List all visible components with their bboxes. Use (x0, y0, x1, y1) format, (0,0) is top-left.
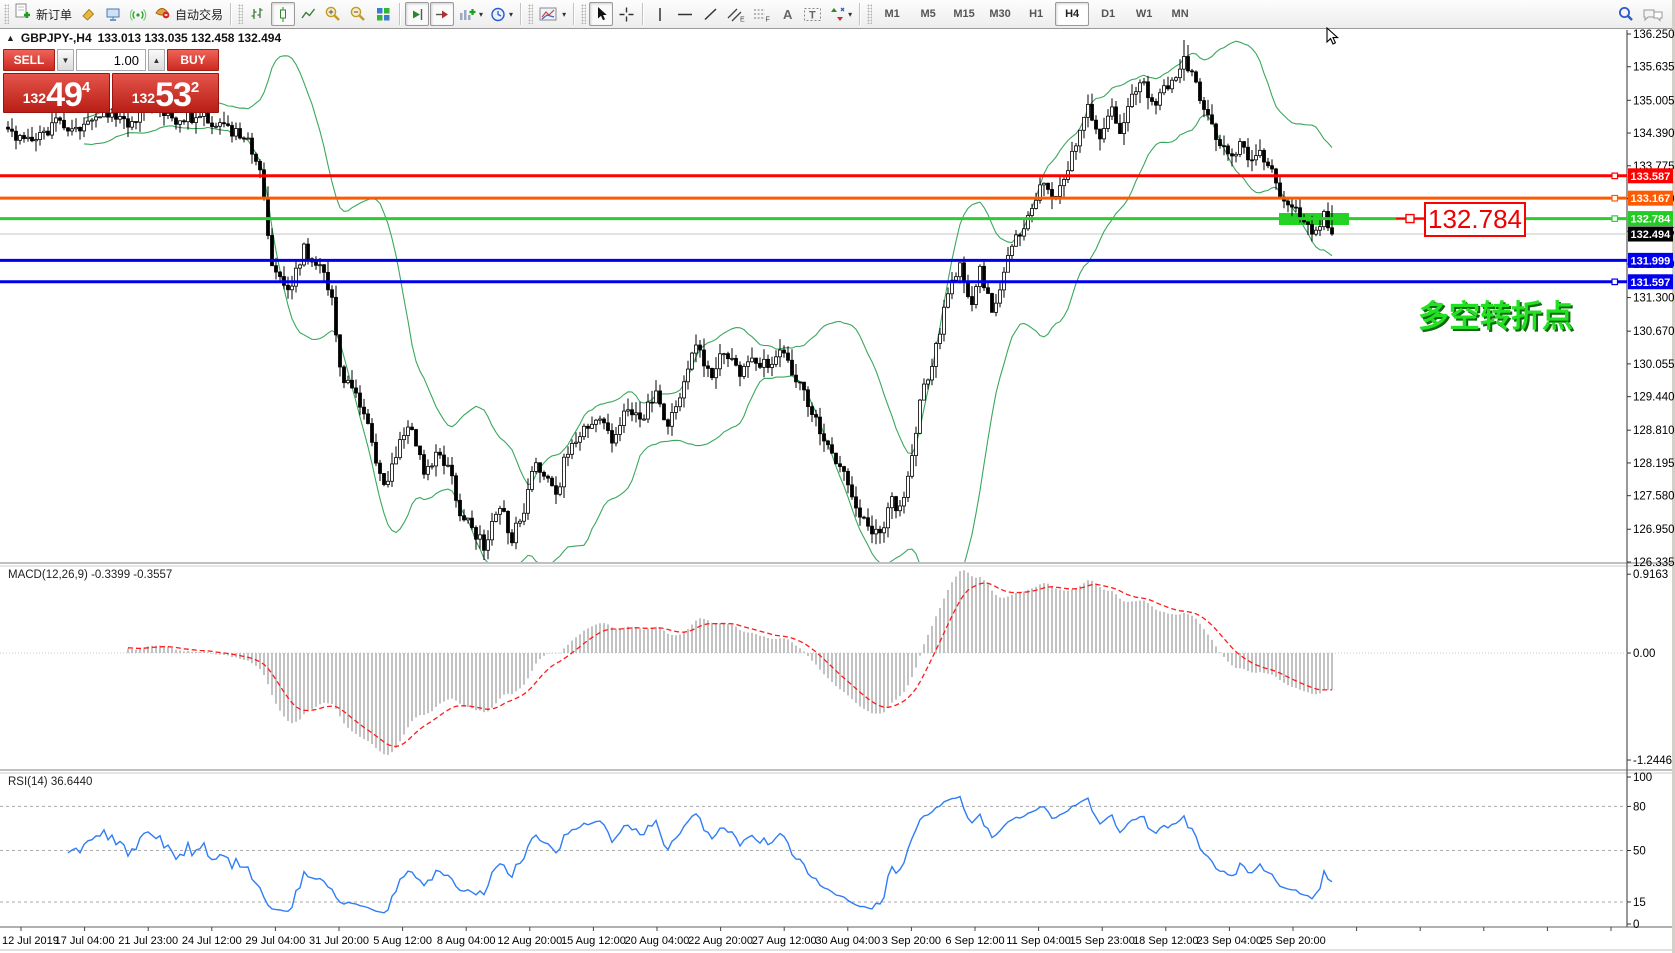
symbol-period-label: GBPJPY-,H4 (21, 31, 92, 45)
mt4-window: 新订单 自动交易 (0, 0, 1675, 953)
time-tick-label: 29 Jul 04:00 (245, 935, 305, 947)
price-tick-label: 130.670 (1633, 326, 1675, 338)
macd-indicator-label: MACD(12,26,9) -0.3399 -0.3557 (8, 569, 172, 581)
rsi-line (68, 797, 1332, 913)
svg-text:50: 50 (1633, 846, 1646, 858)
price-tick-label: 135.005 (1633, 95, 1675, 107)
ohlc-readout: 133.013 133.035 132.458 132.494 (98, 31, 282, 45)
main-pane[interactable] (0, 40, 1627, 602)
line-anchor (1612, 173, 1618, 179)
price-tick-label: 128.810 (1633, 425, 1675, 437)
volume-increase-button[interactable]: ▲ (148, 49, 165, 71)
time-tick-label: 24 Jul 12:00 (182, 935, 242, 947)
sell-price-big: 49 (46, 80, 82, 110)
buy-price-sup: 2 (191, 79, 199, 96)
price-tick-label: 134.390 (1633, 128, 1675, 140)
time-tick-label: 23 Sep 04:00 (1197, 935, 1262, 947)
line-anchor (1612, 216, 1618, 222)
rsi-pane[interactable] (0, 797, 1627, 913)
time-tick-label: 6 Sep 12:00 (945, 935, 1004, 947)
time-tick-label: 31 Jul 20:00 (309, 935, 369, 947)
sell-price-prefix: 132 (23, 90, 46, 106)
price-tick-label: 126.950 (1633, 524, 1675, 536)
macd-pane[interactable] (0, 570, 1627, 755)
price-tick-label: 127.580 (1633, 491, 1675, 503)
time-tick-label: 12 Aug 20:00 (497, 935, 562, 947)
buy-button[interactable]: BUY (167, 49, 219, 71)
time-tick-label: 15 Aug 12:00 (561, 935, 626, 947)
svg-text:100: 100 (1633, 772, 1652, 784)
line-anchor (1612, 195, 1618, 201)
volume-decrease-button[interactable]: ▼ (57, 49, 74, 71)
volume-input[interactable] (76, 49, 146, 71)
time-tick-label: 22 Aug 20:00 (688, 935, 753, 947)
time-tick-label: 15 Sep 23:00 (1069, 935, 1134, 947)
rsi-indicator-label: RSI(14) 36.6440 (8, 776, 92, 788)
svg-text:132.784: 132.784 (1631, 214, 1672, 226)
svg-text:131.597: 131.597 (1631, 277, 1671, 289)
time-tick-label: 20 Aug 04:00 (625, 935, 690, 947)
svg-text:0.00: 0.00 (1633, 648, 1655, 660)
time-tick-label: 8 Aug 04:00 (437, 935, 496, 947)
buy-price-button[interactable]: 132532 (112, 73, 219, 113)
sell-price-sup: 4 (82, 79, 90, 96)
time-tick-label: 30 Aug 04:00 (815, 935, 880, 947)
svg-text:131.999: 131.999 (1631, 255, 1671, 267)
price-tick-label: 128.195 (1633, 458, 1675, 470)
svg-text:80: 80 (1633, 801, 1646, 813)
price-tick-label: 130.055 (1633, 359, 1675, 371)
svg-text:-1.2446: -1.2446 (1633, 755, 1672, 767)
time-tick-label: 21 Jul 23:00 (118, 935, 178, 947)
svg-text:132.494: 132.494 (1631, 229, 1672, 241)
price-tick-label: 136.250 (1633, 29, 1675, 41)
svg-text:0.9163: 0.9163 (1633, 569, 1668, 581)
svg-text:0: 0 (1633, 919, 1639, 931)
collapse-panel-icon[interactable]: ▲ (6, 33, 15, 43)
time-tick-label: 18 Sep 12:00 (1133, 935, 1198, 947)
price-tick-label: 131.300 (1633, 293, 1675, 305)
time-tick-label: 3 Sep 20:00 (882, 935, 941, 947)
one-click-trading-panel: SELL ▼ ▲ BUY 132494 132532 (3, 49, 222, 113)
price-tick-label: 126.335 (1633, 557, 1675, 569)
price-tick-label: 135.635 (1633, 62, 1675, 74)
time-tick-label: 12 Jul 2019 (2, 935, 59, 947)
time-tick-label: 27 Aug 12:00 (752, 935, 817, 947)
turning-point-annotation: 多空转折点 (1418, 291, 1573, 336)
bollinger-lower (84, 115, 1332, 602)
svg-text:133.167: 133.167 (1631, 193, 1671, 205)
price-note-box[interactable]: 132.784 (1424, 202, 1526, 237)
svg-text:133.587: 133.587 (1631, 171, 1671, 183)
chart-title: ▲ GBPJPY-,H4 133.013 133.035 132.458 132… (6, 31, 281, 45)
time-tick-label: 5 Aug 12:00 (373, 935, 432, 947)
line-anchor (1612, 279, 1618, 285)
time-tick-label: 11 Sep 04:00 (1006, 935, 1071, 947)
note-anchor (1406, 215, 1414, 223)
sell-price-button[interactable]: 132494 (3, 73, 110, 113)
buy-price-big: 53 (155, 80, 191, 110)
price-tick-label: 129.440 (1633, 392, 1675, 404)
buy-price-prefix: 132 (132, 90, 155, 106)
time-tick-label: 25 Sep 20:00 (1260, 935, 1325, 947)
mouse-cursor (1326, 27, 1340, 52)
svg-text:15: 15 (1633, 897, 1646, 909)
chart-canvas[interactable]: 136.250135.635135.005134.390133.775133.1… (0, 0, 1675, 953)
sell-button[interactable]: SELL (3, 49, 55, 71)
time-tick-label: 17 Jul 04:00 (55, 935, 115, 947)
